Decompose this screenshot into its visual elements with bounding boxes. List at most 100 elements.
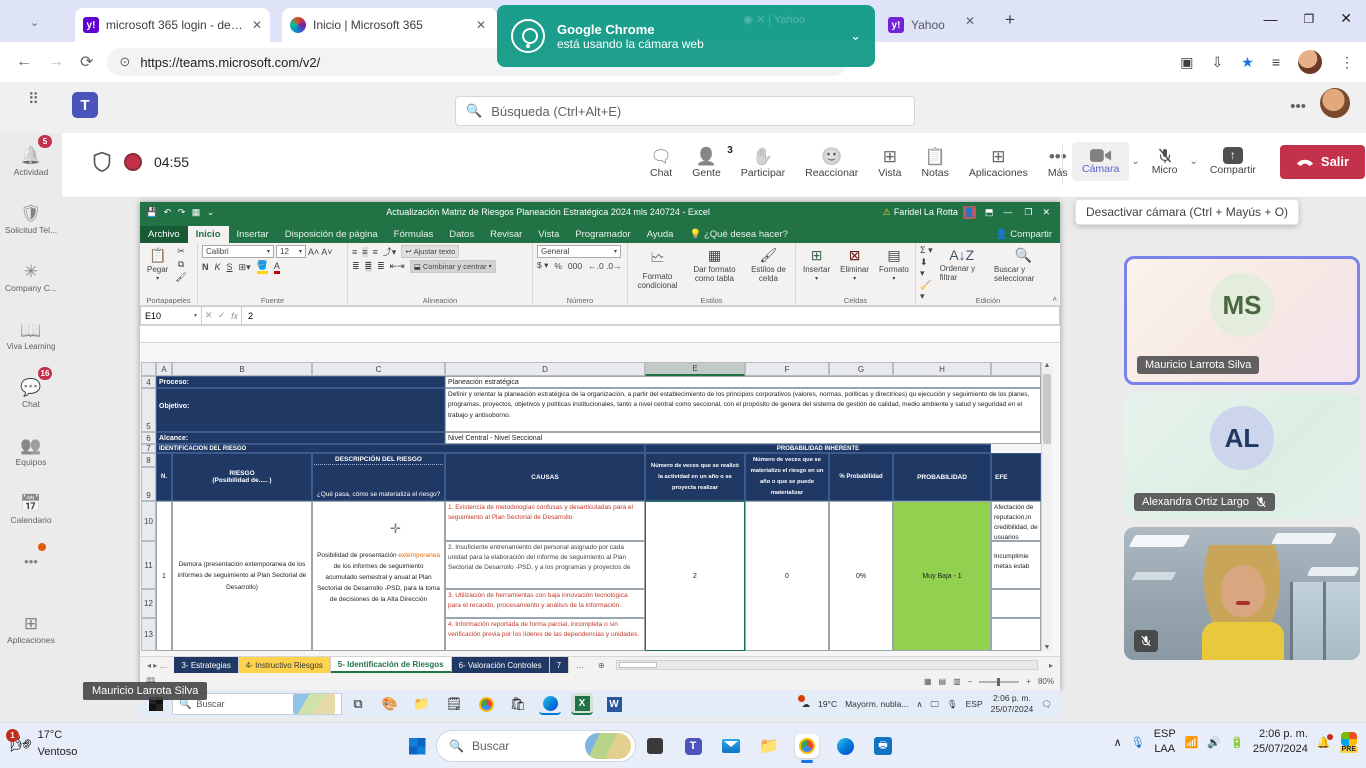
tab-close-icon[interactable]: ✕ — [476, 18, 486, 32]
zoom-out-icon[interactable]: − — [968, 677, 973, 686]
tab-archivo[interactable]: Archivo — [140, 226, 188, 243]
col-header-F[interactable]: F — [745, 362, 829, 376]
row-header-4[interactable]: 4 — [141, 376, 156, 388]
shared-display-icon[interactable]: 🖵 — [931, 699, 939, 710]
header-pct[interactable]: % Probabilidad — [829, 453, 893, 501]
meeting-react-button[interactable]: 🙂Reaccionar — [795, 141, 868, 185]
sheet-more-icon[interactable]: … — [569, 657, 591, 673]
tab-insertar[interactable]: Insertar — [229, 226, 277, 243]
italic-button[interactable]: K — [215, 262, 221, 272]
name-box[interactable]: E10▾ — [140, 306, 202, 325]
teams-avatar[interactable] — [1320, 88, 1350, 118]
sheet-tab-valoracion[interactable]: 6- Valoración Controles — [452, 657, 550, 673]
col-header-E[interactable]: E — [645, 362, 745, 376]
row-header-10[interactable]: 10 — [141, 501, 156, 541]
font-size-select[interactable]: 12▾ — [276, 245, 306, 258]
row-header-13[interactable]: 13 — [141, 618, 156, 651]
notification-bell-icon[interactable]: 🔔 — [1317, 736, 1331, 749]
insert-cells-button[interactable]: ⊞Insertar▾ — [800, 245, 833, 284]
scroll-up-icon[interactable]: ▲ — [1042, 362, 1052, 373]
row-header-9[interactable]: 9 — [141, 467, 156, 501]
sheet-tab-instructivo[interactable]: 4- Instructivo Riesgos — [239, 657, 331, 673]
leave-button[interactable]: Salir — [1280, 145, 1365, 179]
cell-descripcion-1[interactable]: Posibilidad de presentación extemporanea… — [312, 501, 445, 651]
toast-chevron-icon[interactable]: ⌄ — [850, 28, 861, 44]
bold-button[interactable]: N — [202, 262, 209, 272]
h-scroll-right-icon[interactable]: ▸ — [1042, 657, 1060, 673]
sort-filter-button[interactable]: A↓ZOrdenar y filtrar — [937, 245, 987, 284]
cell-proceso-label[interactable]: Proceso: — [156, 376, 445, 388]
h-scroll-thumb[interactable] — [619, 662, 657, 668]
camera-button[interactable]: Cámara — [1072, 142, 1129, 181]
paste-button[interactable]: 📋Pegar▾ — [144, 245, 171, 284]
participant-tile-video[interactable] — [1124, 527, 1360, 660]
header-riesgo[interactable]: RIESGO (Posibilidad de..... ) — [172, 453, 312, 501]
number-format-select[interactable]: General▾ — [537, 245, 621, 258]
taskbar-explorer-icon[interactable]: 📁 — [757, 734, 781, 758]
shared-explorer-icon[interactable]: 📁 — [411, 693, 433, 715]
underline-button[interactable]: S — [227, 262, 233, 272]
tab-ayuda[interactable]: Ayuda — [639, 226, 682, 243]
taskbar-chrome-icon[interactable] — [795, 734, 819, 758]
participant-tile-alexandra[interactable]: AL Alexandra Ortiz Largo — [1124, 393, 1360, 519]
row-header-12[interactable]: 12 — [141, 589, 156, 618]
cell-causa-4[interactable]: 4. Información reportada de forma parcia… — [445, 618, 645, 651]
tab-vista[interactable]: Vista — [530, 226, 567, 243]
header-more-icon[interactable]: ••• — [1290, 98, 1306, 115]
window-maximize-button[interactable]: ❐ — [1304, 12, 1315, 26]
meeting-chat-button[interactable]: 🗨Chat — [640, 141, 682, 185]
cell-probabilidad-1[interactable]: Muy Baja - 1 — [893, 501, 991, 651]
cell-efecto-1[interactable]: Afectación de reputacion,in credibilidad… — [991, 501, 1041, 541]
font-color-icon[interactable]: A — [274, 261, 280, 274]
cell-efecto-4[interactable] — [991, 618, 1041, 651]
taskview-icon[interactable] — [643, 734, 667, 758]
header-probabilidad[interactable]: PROBABILIDAD — [893, 453, 991, 501]
orientation-icon[interactable]: ⤴▾ — [383, 245, 397, 258]
profile-avatar[interactable] — [1298, 50, 1322, 74]
cell-pct-1[interactable]: 0% — [829, 501, 893, 651]
cancel-icon[interactable]: ✕ — [205, 310, 213, 321]
row-header-7[interactable]: 7 — [141, 444, 156, 453]
tab-revisar[interactable]: Revisar — [482, 226, 530, 243]
ribbon-options-icon[interactable]: ⬒ — [985, 207, 994, 218]
taskbar-clock[interactable]: 2:06 p. m. 25/07/2024 — [1253, 727, 1308, 758]
tab-search-chevron[interactable]: ⌄ — [30, 16, 39, 29]
format-cells-button[interactable]: ▤Formato▾ — [876, 245, 912, 284]
shrink-font-icon[interactable]: A˅ — [321, 247, 332, 257]
camera-notification[interactable]: Google Chrome está usando la cámara web … — [497, 5, 875, 67]
tab-programador[interactable]: Programador — [567, 226, 638, 243]
formula-value[interactable]: 2 — [242, 306, 1060, 325]
zoom-level[interactable]: 80% — [1038, 677, 1054, 686]
select-all-corner[interactable] — [141, 362, 156, 376]
shared-edge-icon[interactable] — [539, 693, 561, 715]
col-header-I[interactable] — [991, 362, 1041, 376]
tab-inicio[interactable]: Inicio — [188, 226, 229, 243]
extensions-icon[interactable]: ≡ — [1272, 54, 1280, 70]
cell-alcance-label[interactable]: Alcance: — [156, 432, 445, 444]
bookmark-star-icon[interactable]: ★ — [1241, 54, 1254, 71]
shared-notification-icon[interactable]: 🗨 — [1041, 699, 1052, 710]
sheet-tab-estrategias[interactable]: 3- Estrategias — [174, 657, 238, 673]
meeting-view-button[interactable]: ⊞Vista — [868, 141, 911, 185]
tab-datos[interactable]: Datos — [441, 226, 482, 243]
cell-styles-button[interactable]: 🖌Estilos de celda — [746, 245, 791, 285]
participant-tile-mauricio[interactable]: MS Mauricio Larrota Silva — [1124, 256, 1360, 385]
enter-icon[interactable]: ✓ — [218, 310, 226, 321]
taskbar-edge-icon[interactable] — [833, 734, 857, 758]
header-causas[interactable]: CAUSAS — [445, 453, 645, 501]
copy-icon[interactable]: ⧉ — [178, 258, 184, 271]
shared-word-icon[interactable]: W — [603, 693, 625, 715]
cell-objetivo-label[interactable]: Objetivo: — [156, 388, 445, 432]
col-header-A[interactable]: A — [156, 362, 172, 376]
page-break-icon[interactable]: ▥ — [953, 677, 961, 686]
start-button[interactable] — [405, 734, 429, 758]
align-center-icon[interactable]: ≣ — [365, 261, 373, 272]
row-header-11[interactable]: 11 — [141, 541, 156, 589]
taskbar-scanner-icon[interactable]: 🖶 — [871, 734, 895, 758]
cell-materializo-1[interactable]: 0 — [745, 501, 829, 651]
meeting-notes-button[interactable]: 📋Notas — [911, 141, 958, 185]
new-tab-button[interactable]: + — [1005, 10, 1015, 30]
zoom-in-icon[interactable]: + — [1026, 677, 1031, 686]
autosum-icon[interactable]: Σ ▾ — [920, 245, 933, 256]
header-n[interactable]: N. — [156, 453, 172, 501]
